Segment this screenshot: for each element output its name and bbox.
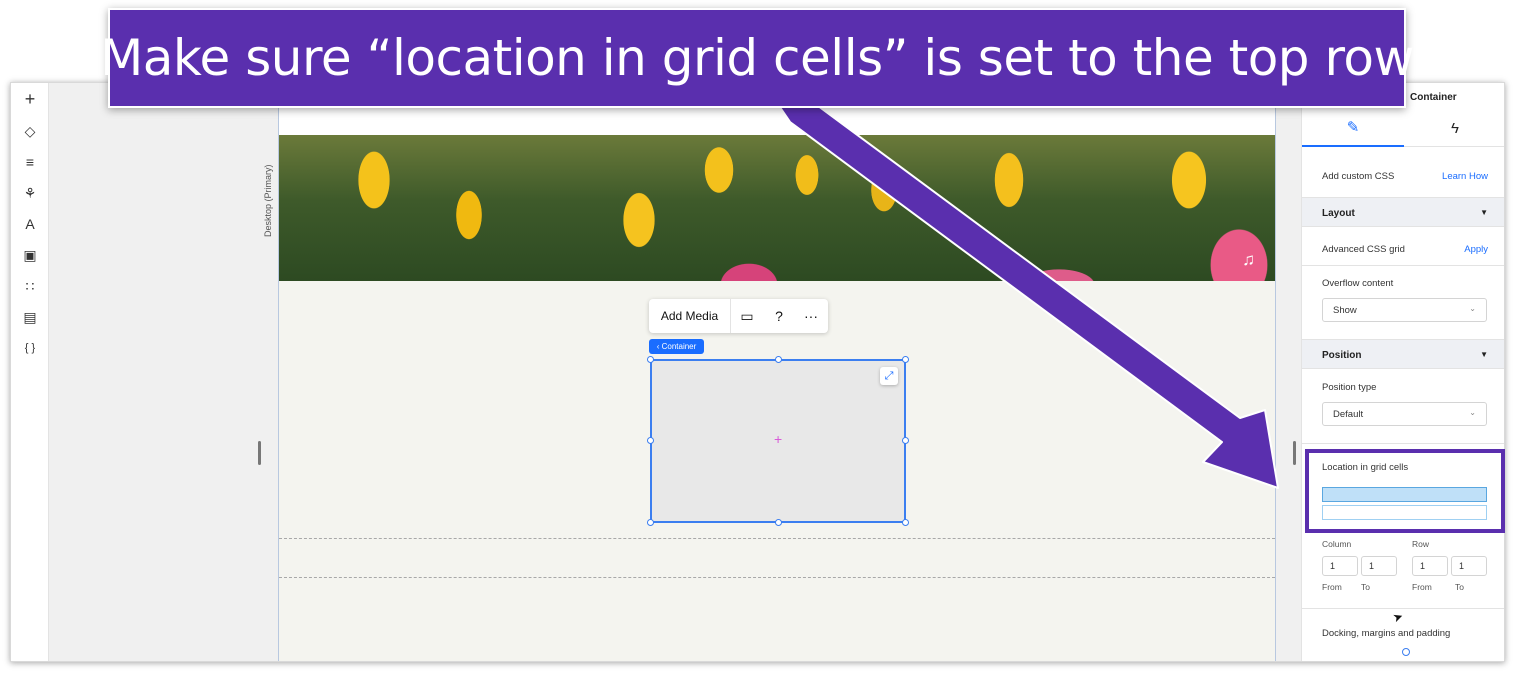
column-from-input[interactable]: 1 xyxy=(1322,556,1358,576)
position-heading: Position xyxy=(1322,350,1362,361)
apps-icon[interactable]: ∷ xyxy=(20,276,40,296)
position-type-dropdown[interactable]: Default ⌄ xyxy=(1322,402,1487,426)
resize-handle-right[interactable] xyxy=(1293,441,1296,465)
column-label: Column xyxy=(1322,539,1352,549)
tab-interactions[interactable]: ϟ xyxy=(1404,109,1504,147)
plus-icon[interactable]: + xyxy=(20,89,40,109)
docking-label: Docking, margins and padding xyxy=(1322,628,1451,639)
column-from-label: From xyxy=(1322,582,1342,592)
resize-handle[interactable] xyxy=(647,356,654,363)
position-section-header[interactable]: Position ▼ xyxy=(1302,339,1504,369)
selected-container[interactable]: + ⤢ xyxy=(647,356,909,526)
position-type-value: Default xyxy=(1333,409,1364,420)
layers-icon[interactable]: ◇ xyxy=(20,121,40,141)
page-canvas: ♫ Add Media ▭ ? ··· ‹ Container + ⤢ xyxy=(278,83,1276,661)
docking-anchor-icon[interactable] xyxy=(1402,648,1410,656)
editor-window: + ◇ ≡ ⚘ A ▣ ∷ ▤ { } Desktop (Primary) ♫ … xyxy=(10,82,1505,662)
column-to-label: To xyxy=(1361,582,1370,592)
row-from-input[interactable]: 1 xyxy=(1412,556,1448,576)
device-label: Desktop (Primary) xyxy=(255,133,273,243)
comment-icon[interactable]: ▭ xyxy=(731,299,763,333)
annotation-banner-text: Make sure “location in grid cells” is se… xyxy=(100,29,1414,87)
learn-how-link[interactable]: Learn How xyxy=(1442,171,1488,182)
typography-icon[interactable]: A xyxy=(20,214,40,234)
row-to-label: To xyxy=(1455,582,1464,592)
advanced-css-grid-label: Advanced CSS grid xyxy=(1322,244,1405,255)
chevron-down-icon: ⌄ xyxy=(1469,304,1476,313)
caret-down-icon: ▼ xyxy=(1480,208,1488,217)
layout-heading: Layout xyxy=(1322,208,1355,219)
device-label-text: Desktop (Primary) xyxy=(263,164,273,237)
divider xyxy=(1302,443,1504,444)
grid-line xyxy=(279,577,1275,578)
inspector-panel: Container ✎ ϟ Add custom CSS Learn How L… xyxy=(1301,83,1504,661)
add-media-button[interactable]: Add Media xyxy=(649,299,731,333)
stretch-icon[interactable]: ⤢ xyxy=(880,367,898,385)
row-from-label: From xyxy=(1412,582,1432,592)
page-icon[interactable]: ≡ xyxy=(20,152,40,172)
tab-design[interactable]: ✎ xyxy=(1302,109,1404,147)
row-label: Row xyxy=(1412,539,1430,549)
layout-section-header[interactable]: Layout ▼ xyxy=(1302,197,1504,227)
annotation-banner: Make sure “location in grid cells” is se… xyxy=(100,8,1414,108)
image-icon[interactable]: ▣ xyxy=(20,245,40,265)
help-icon[interactable]: ? xyxy=(763,299,795,333)
column-to-input[interactable]: 1 xyxy=(1361,556,1397,576)
custom-css-label: Add custom CSS xyxy=(1322,171,1395,182)
resize-handle[interactable] xyxy=(775,519,782,526)
position-type-label: Position type xyxy=(1322,382,1377,393)
divider xyxy=(1302,265,1504,266)
overflow-dropdown[interactable]: Show ⌄ xyxy=(1322,298,1487,322)
code-icon[interactable]: { } xyxy=(20,338,40,358)
overflow-value: Show xyxy=(1333,305,1357,316)
lightning-icon: ϟ xyxy=(1451,119,1459,137)
canvas-gutter-left xyxy=(49,83,277,661)
hero-image-strip[interactable]: ♫ xyxy=(279,135,1275,281)
more-icon[interactable]: ··· xyxy=(795,299,827,333)
floating-action-bar: Add Media ▭ ? ··· xyxy=(649,299,828,333)
add-element-icon[interactable]: + xyxy=(774,431,782,447)
caret-down-icon: ▼ xyxy=(1480,350,1488,359)
chevron-down-icon: ⌄ xyxy=(1469,408,1476,417)
resize-handle[interactable] xyxy=(647,437,654,444)
resize-handle-left[interactable] xyxy=(258,441,261,465)
music-icon[interactable]: ♫ xyxy=(1242,250,1255,270)
container-tag[interactable]: ‹ Container xyxy=(649,339,704,354)
inspector-title: Container xyxy=(1410,92,1457,103)
row-to-input[interactable]: 1 xyxy=(1451,556,1487,576)
divider xyxy=(1302,608,1504,609)
components-icon[interactable]: ⚘ xyxy=(20,183,40,203)
grid-line xyxy=(279,538,1275,539)
annotation-highlight-box xyxy=(1305,449,1505,533)
brush-icon: ✎ xyxy=(1346,119,1360,136)
table-icon[interactable]: ▤ xyxy=(20,307,40,327)
apply-link[interactable]: Apply xyxy=(1464,244,1488,255)
resize-handle[interactable] xyxy=(902,356,909,363)
resize-handle[interactable] xyxy=(902,437,909,444)
resize-handle[interactable] xyxy=(775,356,782,363)
overflow-label: Overflow content xyxy=(1322,278,1394,289)
inspector-tabs: ✎ ϟ xyxy=(1302,109,1504,147)
resize-handle[interactable] xyxy=(902,519,909,526)
resize-handle[interactable] xyxy=(647,519,654,526)
left-toolbar: + ◇ ≡ ⚘ A ▣ ∷ ▤ { } xyxy=(11,83,49,661)
